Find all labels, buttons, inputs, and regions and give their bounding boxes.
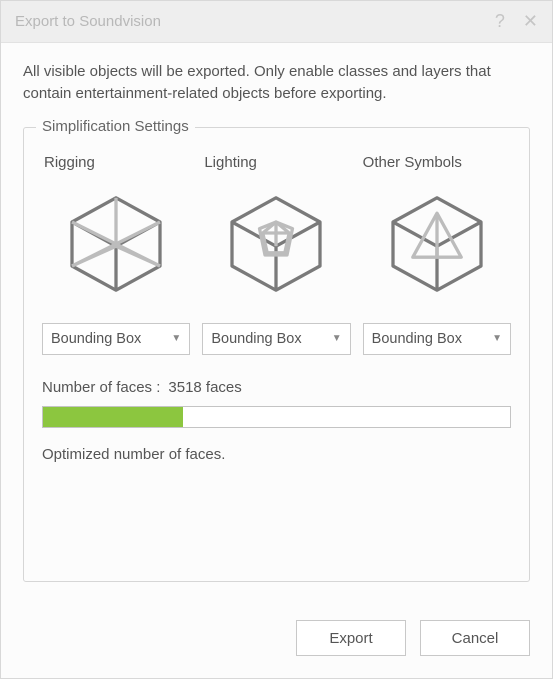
column-other: Other Symbols Bounding Box: [363, 154, 511, 355]
titlebar-controls: ? ✕: [495, 11, 538, 32]
dialog-content: All visible objects will be exported. On…: [1, 43, 552, 620]
dropdown-label: Bounding Box: [372, 331, 492, 347]
fieldset-legend: Simplification Settings: [36, 118, 195, 135]
dropdown-rigging[interactable]: Bounding Box ▼: [42, 323, 190, 355]
column-header: Lighting: [202, 154, 257, 171]
dropdown-label: Bounding Box: [51, 331, 171, 347]
export-dialog: Export to Soundvision ? ✕ All visible ob…: [0, 0, 553, 679]
chevron-down-icon: ▼: [492, 333, 502, 344]
cube-lighting-icon: [221, 189, 331, 299]
cube-other-icon: [382, 189, 492, 299]
help-icon[interactable]: ?: [495, 11, 505, 32]
dropdown-label: Bounding Box: [211, 331, 331, 347]
dropdown-lighting[interactable]: Bounding Box ▼: [202, 323, 350, 355]
dropdown-other[interactable]: Bounding Box ▼: [363, 323, 511, 355]
faces-count-row: Number of faces : 3518 faces: [42, 379, 511, 396]
export-button[interactable]: Export: [296, 620, 406, 656]
status-text: Optimized number of faces.: [42, 446, 511, 463]
dialog-footer: Export Cancel: [1, 620, 552, 678]
column-rigging: Rigging: [42, 154, 190, 355]
faces-value: 3518 faces: [168, 379, 241, 396]
column-header: Rigging: [42, 154, 95, 171]
progress-fill: [43, 407, 183, 427]
cube-rigging-icon: [61, 189, 171, 299]
faces-progress-bar[interactable]: [42, 406, 511, 428]
column-header: Other Symbols: [363, 154, 462, 171]
intro-text: All visible objects will be exported. On…: [23, 61, 530, 105]
dialog-title: Export to Soundvision: [15, 13, 495, 30]
titlebar: Export to Soundvision ? ✕: [1, 1, 552, 43]
simplification-fieldset: Simplification Settings Rigging: [23, 127, 530, 583]
columns-row: Rigging: [42, 154, 511, 355]
faces-label: Number of faces :: [42, 379, 160, 396]
chevron-down-icon: ▼: [332, 333, 342, 344]
chevron-down-icon: ▼: [171, 333, 181, 344]
close-icon[interactable]: ✕: [523, 11, 538, 32]
cancel-button[interactable]: Cancel: [420, 620, 530, 656]
column-lighting: Lighting: [202, 154, 350, 355]
